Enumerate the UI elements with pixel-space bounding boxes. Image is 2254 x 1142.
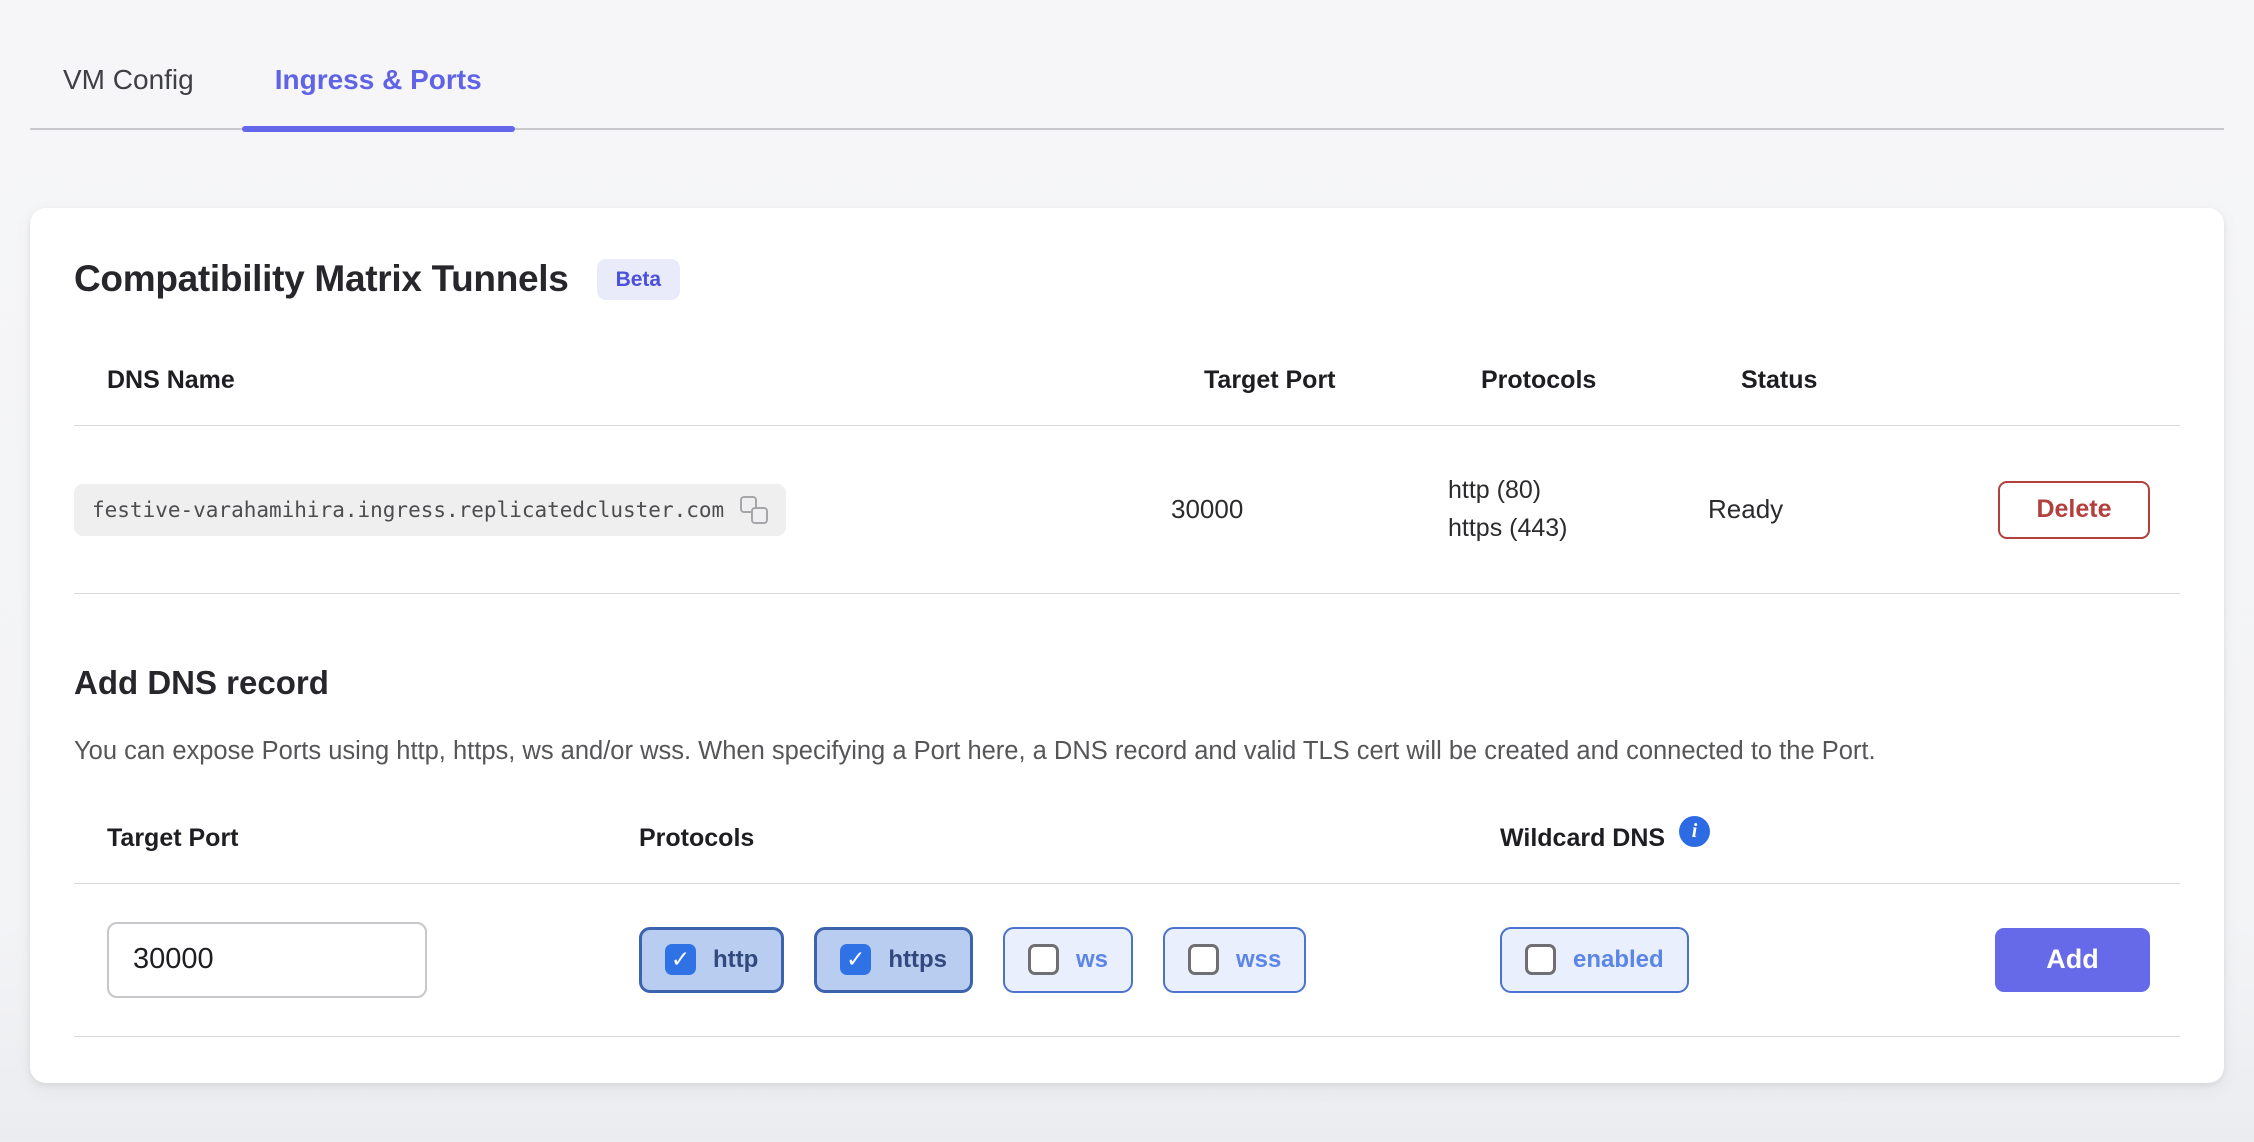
tunnels-card: Compatibility Matrix Tunnels Beta DNS Na… bbox=[30, 208, 2224, 1083]
label-wildcard-dns: Wildcard DNS i bbox=[1500, 824, 1974, 853]
info-icon[interactable]: i bbox=[1679, 816, 1710, 847]
protocol-checkbox-ws[interactable]: ws bbox=[1003, 927, 1133, 993]
protocol-label: ws bbox=[1076, 946, 1108, 974]
protocol-checkbox-https[interactable]: ✓ https bbox=[814, 927, 973, 993]
label-protocols: Protocols bbox=[639, 824, 1500, 853]
protocol-label: wss bbox=[1236, 946, 1281, 974]
page-title: Compatibility Matrix Tunnels bbox=[74, 258, 569, 300]
tab-vm-config[interactable]: VM Config bbox=[30, 64, 227, 128]
column-header-status: Status bbox=[1741, 366, 1921, 395]
add-dns-form-labels: Target Port Protocols Wildcard DNS i bbox=[74, 824, 2180, 884]
column-header-dns-name: DNS Name bbox=[107, 366, 1204, 395]
dns-name-pill: festive-varahamihira.ingress.replicatedc… bbox=[74, 484, 786, 536]
table-row: festive-varahamihira.ingress.replicatedc… bbox=[74, 426, 2180, 594]
protocol-checkbox-http[interactable]: ✓ http bbox=[639, 927, 784, 993]
tab-ingress-ports[interactable]: Ingress & Ports bbox=[242, 64, 515, 128]
protocols-cell: http (80) https (443) bbox=[1448, 472, 1708, 547]
checkbox-unchecked-icon bbox=[1028, 944, 1059, 975]
checkbox-checked-icon: ✓ bbox=[840, 944, 871, 975]
wildcard-enabled-checkbox[interactable]: enabled bbox=[1500, 927, 1689, 993]
dns-name-cell: festive-varahamihira.ingress.replicatedc… bbox=[74, 484, 1171, 536]
protocol-entry: https (443) bbox=[1448, 510, 1708, 548]
add-button[interactable]: Add bbox=[1995, 928, 2150, 992]
add-dns-heading: Add DNS record bbox=[74, 664, 2180, 702]
wildcard-dns-label-text: Wildcard DNS bbox=[1500, 824, 1665, 853]
tunnels-table-header: DNS Name Target Port Protocols Status bbox=[74, 366, 2180, 426]
target-port-input[interactable] bbox=[107, 922, 427, 998]
target-port-cell: 30000 bbox=[1171, 494, 1448, 525]
checkbox-unchecked-icon bbox=[1525, 944, 1556, 975]
protocols-group: ✓ http ✓ https ws wss bbox=[639, 927, 1500, 993]
protocol-label: http bbox=[713, 946, 758, 974]
checkbox-checked-icon: ✓ bbox=[665, 944, 696, 975]
column-header-protocols: Protocols bbox=[1481, 366, 1741, 395]
wildcard-enabled-label: enabled bbox=[1573, 946, 1664, 974]
beta-badge: Beta bbox=[597, 259, 681, 300]
status-cell: Ready bbox=[1708, 494, 1888, 525]
bottom-divider bbox=[74, 1036, 2180, 1037]
protocol-entry: http (80) bbox=[1448, 472, 1708, 510]
column-header-target-port: Target Port bbox=[1204, 366, 1481, 395]
dns-name-value: festive-varahamihira.ingress.replicatedc… bbox=[92, 498, 724, 522]
copy-icon[interactable] bbox=[740, 496, 768, 524]
tab-bar: VM Config Ingress & Ports bbox=[30, 64, 2224, 130]
add-dns-description: You can expose Ports using http, https, … bbox=[74, 732, 2180, 772]
add-dns-form-row: ✓ http ✓ https ws wss enabled Add bbox=[74, 922, 2180, 998]
label-target-port: Target Port bbox=[107, 824, 639, 853]
checkbox-unchecked-icon bbox=[1188, 944, 1219, 975]
protocol-checkbox-wss[interactable]: wss bbox=[1163, 927, 1306, 993]
protocol-label: https bbox=[888, 946, 947, 974]
delete-button[interactable]: Delete bbox=[1998, 481, 2150, 539]
card-title-row: Compatibility Matrix Tunnels Beta bbox=[74, 258, 2180, 300]
